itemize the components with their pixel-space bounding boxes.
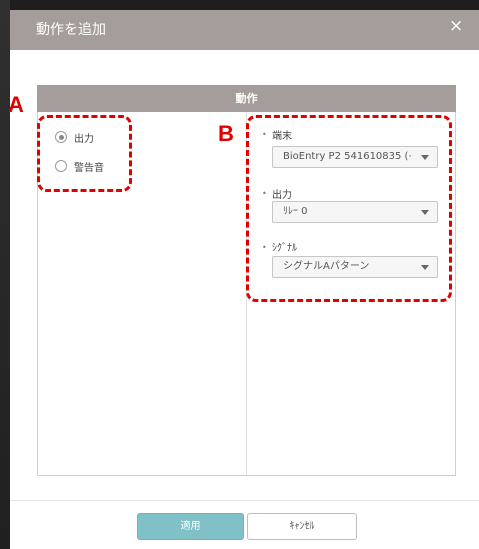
annotation-box-b bbox=[246, 115, 452, 302]
dialog-title: 動作を追加 bbox=[36, 22, 106, 38]
apply-button[interactable]: 適用 bbox=[137, 513, 244, 540]
annotation-box-a bbox=[37, 115, 132, 192]
background-top bbox=[0, 0, 479, 10]
background-left bbox=[0, 0, 10, 549]
annotation-label-a: A bbox=[8, 92, 24, 117]
annotation-label-b: B bbox=[218, 121, 234, 146]
footer-divider bbox=[10, 500, 479, 501]
close-icon[interactable]: × bbox=[449, 16, 463, 36]
action-panel-title: 動作 bbox=[235, 92, 258, 105]
cancel-button[interactable]: ｷｬﾝｾﾙ bbox=[247, 513, 357, 540]
